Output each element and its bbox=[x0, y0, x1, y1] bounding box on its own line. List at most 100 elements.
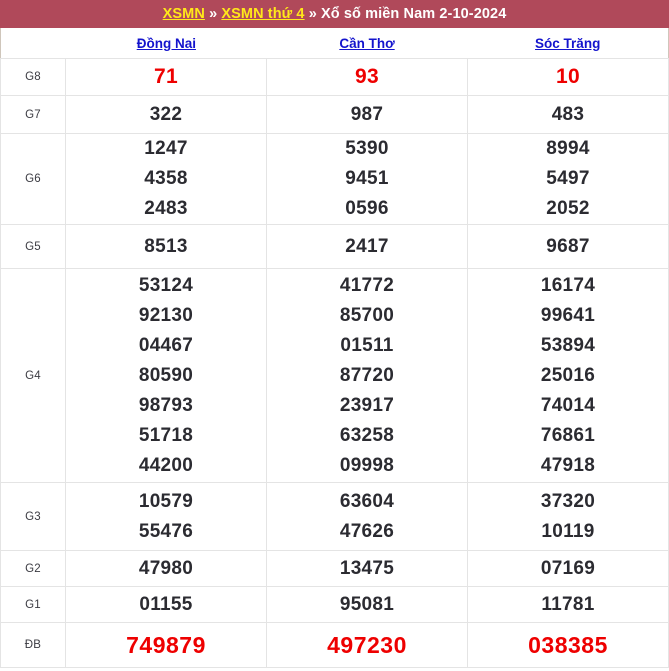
prize-number: 09998 bbox=[339, 454, 395, 476]
prize-cell-ĐB-col2: 038385 bbox=[467, 622, 669, 668]
prize-number: 0596 bbox=[345, 198, 389, 219]
breadcrumb: XSMN » XSMN thứ 4 » Xổ số miền Nam 2-10-… bbox=[163, 6, 507, 22]
results-table: G8 71 93 10 G7 322 987 483 G6 1247 4358 2483 5390 945… bbox=[0, 58, 669, 668]
prize-row-G7: G7 322 987 483 bbox=[0, 95, 669, 134]
prize-label-G6: G6 bbox=[0, 133, 66, 225]
prize-cell-G8-col1: 93 bbox=[266, 58, 468, 96]
breadcrumb-title: Xổ số miền Nam 2-10-2024 bbox=[321, 6, 507, 22]
prize-number: 01155 bbox=[139, 593, 193, 615]
prize-cell-G4-col1: 41772 85700 01511 87720 23917 63258 09998 bbox=[266, 268, 468, 483]
prize-number: 47980 bbox=[138, 557, 194, 579]
province-link-2[interactable]: Sóc Trăng bbox=[535, 36, 600, 51]
prize-number: 93 bbox=[355, 65, 379, 88]
prize-number: 4358 bbox=[144, 168, 188, 189]
prize-number: 87720 bbox=[339, 364, 395, 386]
prize-number: 038385 bbox=[528, 632, 608, 658]
prize-cell-G4-col2: 16174 99641 53894 25016 74014 76861 47918 bbox=[467, 268, 669, 483]
prize-number: 01511 bbox=[340, 334, 394, 356]
prize-number: 23917 bbox=[339, 394, 395, 416]
prize-number: 04467 bbox=[138, 334, 194, 356]
prize-cell-G6-col0: 1247 4358 2483 bbox=[65, 133, 267, 225]
results-table-body: G8 71 93 10 G7 322 987 483 G6 1247 4358 2483 5390 945… bbox=[0, 58, 669, 668]
prize-label-G7: G7 bbox=[0, 95, 66, 134]
province-header-0[interactable]: Đồng Nai bbox=[66, 36, 267, 51]
prize-cell-G5-col1: 2417 bbox=[266, 224, 468, 269]
prize-number: 80590 bbox=[138, 364, 194, 386]
prize-number: 10 bbox=[556, 65, 580, 88]
prize-number: 8513 bbox=[144, 235, 188, 257]
prize-number: 99641 bbox=[540, 304, 596, 326]
prize-number: 63258 bbox=[339, 424, 395, 446]
prize-number: 44200 bbox=[138, 454, 194, 476]
prize-cell-G8-col2: 10 bbox=[467, 58, 669, 96]
prize-number: 9687 bbox=[546, 235, 590, 257]
prize-cell-G6-col2: 8994 5497 2052 bbox=[467, 133, 669, 225]
prize-label-ĐB: ĐB bbox=[0, 622, 66, 668]
prize-number: 63604 bbox=[339, 490, 395, 512]
prize-number: 5390 bbox=[345, 138, 389, 159]
prize-number: 53894 bbox=[540, 334, 596, 356]
prize-number: 497230 bbox=[327, 632, 407, 658]
prize-cell-G5-col2: 9687 bbox=[467, 224, 669, 269]
province-header-1[interactable]: Cần Thơ bbox=[267, 36, 468, 51]
breadcrumb-link-xsmn-thu-4[interactable]: XSMN thứ 4 bbox=[221, 6, 304, 22]
prize-row-G1: G1 01155 95081 11781 bbox=[0, 586, 669, 623]
province-link-0[interactable]: Đồng Nai bbox=[137, 36, 196, 51]
prize-label-G3: G3 bbox=[0, 482, 66, 551]
breadcrumb-separator-2: » bbox=[308, 6, 317, 22]
prize-row-G3: G3 10579 55476 63604 47626 37320 10119 bbox=[0, 482, 669, 551]
prize-cell-G7-col1: 987 bbox=[266, 95, 468, 134]
prize-cell-G5-col0: 8513 bbox=[65, 224, 267, 269]
lottery-results-page: XSMN » XSMN thứ 4 » Xổ số miền Nam 2-10-… bbox=[0, 0, 669, 671]
prize-number: 987 bbox=[350, 103, 384, 125]
prize-number: 55476 bbox=[138, 520, 194, 542]
header-bar: XSMN » XSMN thứ 4 » Xổ số miền Nam 2-10-… bbox=[0, 0, 669, 28]
prize-cell-G2-col2: 07169 bbox=[467, 550, 669, 587]
prize-row-G4: G4 53124 92130 04467 80590 98793 51718 44200 417… bbox=[0, 268, 669, 483]
prize-number: 47918 bbox=[540, 454, 596, 476]
prize-number: 11781 bbox=[541, 593, 595, 615]
province-header-row: Đồng Nai Cần Thơ Sóc Trăng bbox=[0, 28, 669, 58]
prize-number: 1247 bbox=[144, 138, 188, 159]
prize-cell-G1-col2: 11781 bbox=[467, 586, 669, 623]
prize-number: 10579 bbox=[138, 490, 194, 512]
prize-row-G2: G2 47980 13475 07169 bbox=[0, 550, 669, 587]
prize-cell-ĐB-col1: 497230 bbox=[266, 622, 468, 668]
province-link-1[interactable]: Cần Thơ bbox=[339, 36, 394, 51]
prize-number: 2052 bbox=[546, 198, 590, 219]
prize-cell-G7-col0: 322 bbox=[65, 95, 267, 134]
prize-number: 71 bbox=[154, 65, 178, 88]
prize-number: 98793 bbox=[138, 394, 194, 416]
province-header-2[interactable]: Sóc Trăng bbox=[467, 36, 668, 51]
prize-cell-ĐB-col0: 749879 bbox=[65, 622, 267, 668]
prize-number: 10119 bbox=[541, 520, 595, 542]
prize-number: 322 bbox=[149, 103, 183, 125]
prize-label-G2: G2 bbox=[0, 550, 66, 587]
prize-row-ĐB: ĐB 749879 497230 038385 bbox=[0, 622, 669, 668]
prize-row-G8: G8 71 93 10 bbox=[0, 58, 669, 96]
prize-number: 749879 bbox=[126, 632, 206, 658]
prize-cell-G1-col0: 01155 bbox=[65, 586, 267, 623]
prize-number: 2417 bbox=[345, 235, 389, 257]
prize-number: 47626 bbox=[339, 520, 395, 542]
prize-cell-G2-col1: 13475 bbox=[266, 550, 468, 587]
prize-number: 2483 bbox=[144, 198, 188, 219]
prize-cell-G3-col0: 10579 55476 bbox=[65, 482, 267, 551]
prize-cell-G3-col1: 63604 47626 bbox=[266, 482, 468, 551]
prize-number: 9451 bbox=[345, 168, 389, 189]
prize-number: 8994 bbox=[546, 138, 590, 159]
prize-label-G1: G1 bbox=[0, 586, 66, 623]
prize-cell-G4-col0: 53124 92130 04467 80590 98793 51718 44200 bbox=[65, 268, 267, 483]
prize-row-G6: G6 1247 4358 2483 5390 9451 0596 8994 5497 2052 bbox=[0, 133, 669, 225]
prize-number: 85700 bbox=[339, 304, 395, 326]
prize-cell-G7-col2: 483 bbox=[467, 95, 669, 134]
prize-number: 95081 bbox=[339, 593, 395, 615]
breadcrumb-link-xsmn[interactable]: XSMN bbox=[163, 6, 205, 22]
prize-number: 25016 bbox=[540, 364, 596, 386]
prize-row-G5: G5 8513 2417 9687 bbox=[0, 224, 669, 269]
breadcrumb-separator-1: » bbox=[209, 6, 218, 22]
prize-cell-G1-col1: 95081 bbox=[266, 586, 468, 623]
prize-number: 51718 bbox=[138, 424, 194, 446]
prize-number: 37320 bbox=[540, 490, 596, 512]
prize-cell-G8-col0: 71 bbox=[65, 58, 267, 96]
